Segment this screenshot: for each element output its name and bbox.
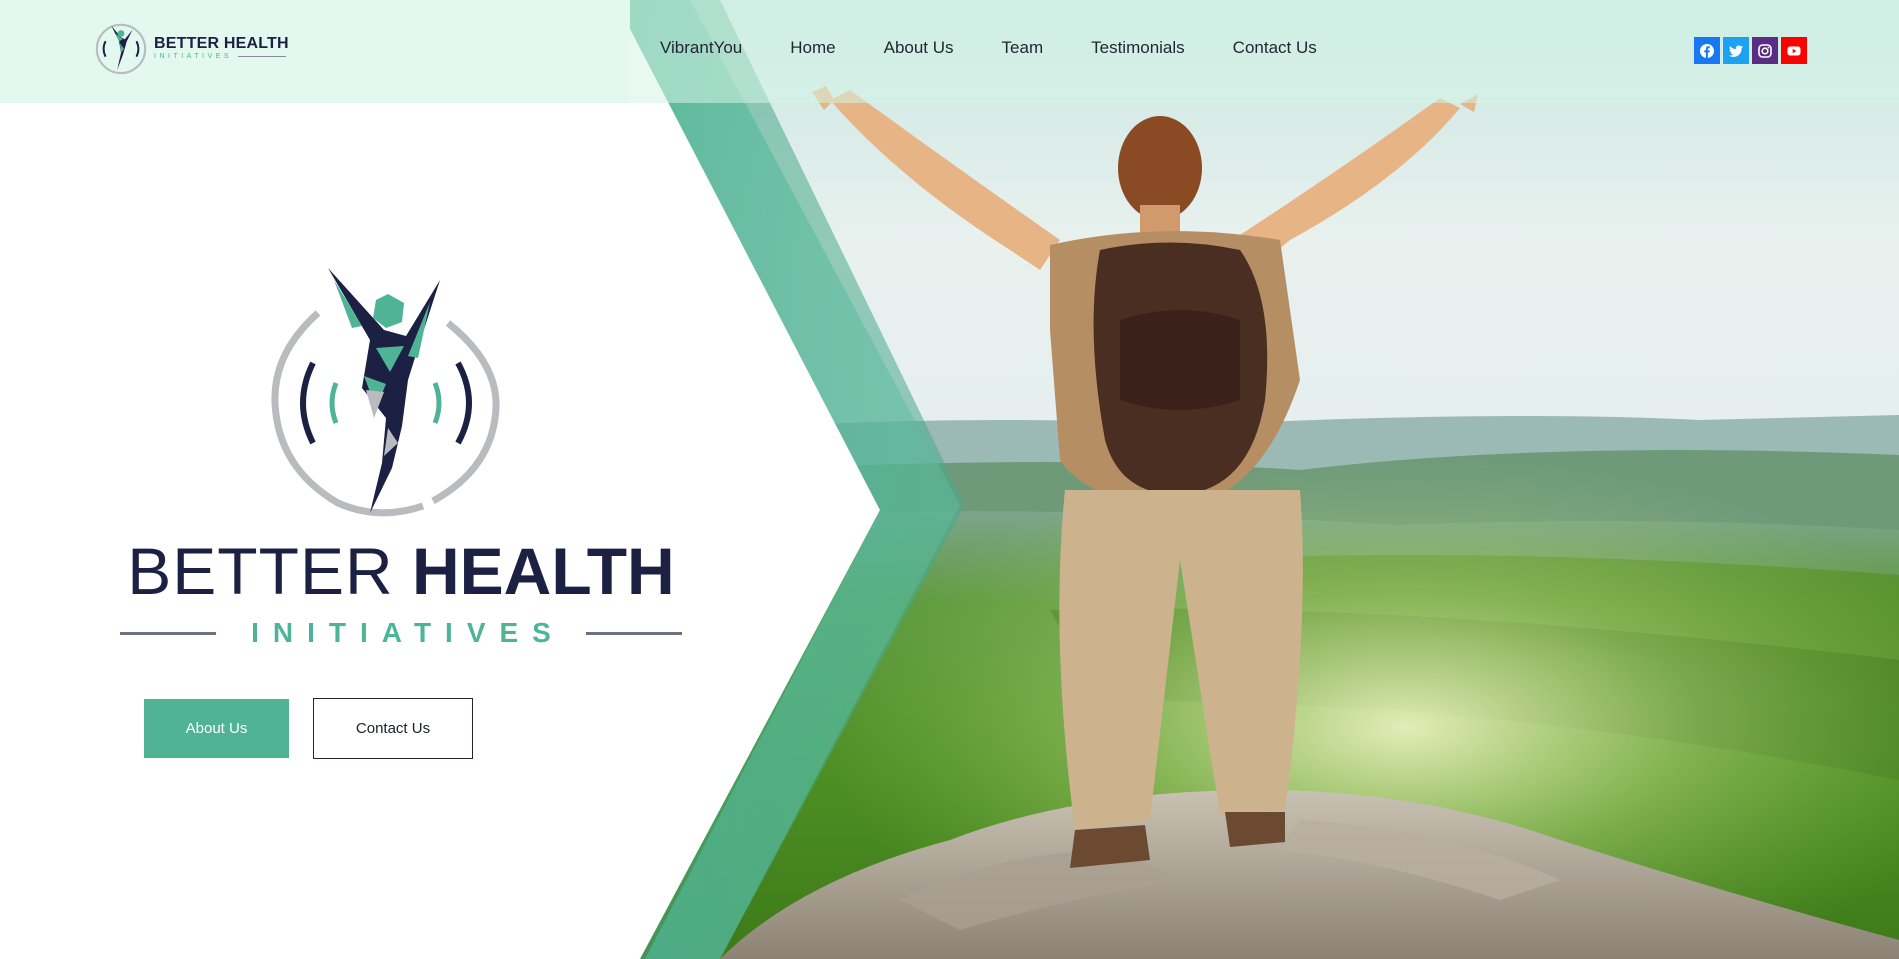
hero-title-bold: HEALTH <box>411 534 675 608</box>
nav-item-home[interactable]: Home <box>790 38 835 58</box>
site-header: BETTER HEALTH INITIATIVES VibrantYou Hom… <box>0 0 1899 103</box>
nav-item-contact-us[interactable]: Contact Us <box>1233 38 1317 58</box>
about-us-button[interactable]: About Us <box>144 699 289 758</box>
hero-logo-subtitle: INITIATIVES <box>120 617 682 648</box>
hero-logo: BETTER HEALTH INITIATIVES <box>118 268 684 648</box>
logo-rule-divider <box>238 56 287 57</box>
hero-title-thin: BETTER <box>127 534 394 608</box>
header-logo-line2-text: INITIATIVES <box>154 53 233 60</box>
youtube-link[interactable] <box>1781 37 1807 64</box>
nav-item-about-us[interactable]: About Us <box>884 38 954 58</box>
twitter-link[interactable] <box>1723 37 1749 64</box>
header-logo-line1: BETTER HEALTH <box>154 35 289 52</box>
social-links <box>1694 37 1810 64</box>
hero-logo-title: BETTER HEALTH <box>118 538 684 604</box>
nav-item-vibrantyou[interactable]: VibrantYou <box>660 38 742 58</box>
contact-us-button[interactable]: Contact Us <box>313 698 473 759</box>
nav-item-team[interactable]: Team <box>1002 38 1044 58</box>
main-nav: VibrantYou Home About Us Team Testimonia… <box>660 38 1365 58</box>
facebook-link[interactable] <box>1694 37 1720 64</box>
instagram-icon <box>1758 43 1772 58</box>
subtitle-rule-left <box>120 631 216 635</box>
hero-subtitle-text: INITIATIVES <box>251 617 565 648</box>
better-health-logo-icon <box>95 23 147 75</box>
instagram-link[interactable] <box>1752 37 1778 64</box>
youtube-icon <box>1787 46 1801 55</box>
subtitle-rule-right <box>586 631 682 635</box>
nav-item-testimonials[interactable]: Testimonials <box>1091 38 1185 58</box>
header-logo[interactable]: BETTER HEALTH INITIATIVES <box>92 20 297 76</box>
twitter-icon <box>1729 45 1743 57</box>
facebook-icon <box>1700 43 1714 58</box>
better-health-emblem-icon <box>271 268 500 517</box>
header-logo-line2: INITIATIVES <box>154 52 289 61</box>
